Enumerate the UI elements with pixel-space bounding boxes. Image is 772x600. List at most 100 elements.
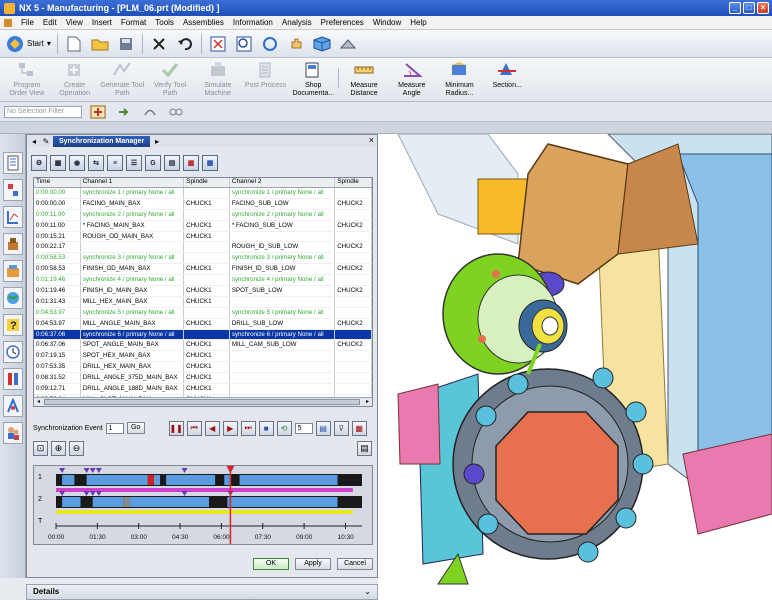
history-icon[interactable]	[2, 341, 23, 363]
measure-angle-button[interactable]: Measure Angle	[389, 58, 435, 100]
start-button[interactable]: Start ▾	[6, 35, 51, 53]
table-row[interactable]: 0:01:31.43 MILL_HEX_MAIN_BAX CHUCK1	[34, 296, 372, 308]
step-back-icon[interactable]: ◀	[204, 420, 220, 436]
horizontal-scrollbar[interactable]: ◂ ▸	[34, 397, 372, 406]
scroll-left-icon[interactable]: ◂	[29, 137, 39, 146]
graphics-viewport[interactable]	[378, 134, 772, 600]
menu-insert[interactable]: Insert	[92, 18, 112, 27]
open-folder-icon[interactable]	[90, 34, 110, 54]
zoom-fit-icon[interactable]: ⊡	[33, 441, 48, 456]
cut-icon[interactable]	[149, 34, 169, 54]
column-channel-1[interactable]: Channel 1	[81, 178, 185, 187]
create-operation-button[interactable]: Create Operation	[52, 58, 98, 100]
step-back-start-icon[interactable]: ⏮	[186, 420, 202, 436]
table-row[interactable]: 0:00:11.00 synchronize 2 / primary None /…	[34, 209, 372, 221]
ok-button[interactable]: OK	[253, 558, 289, 570]
menu-preferences[interactable]: Preferences	[321, 18, 364, 27]
grid-view-icon[interactable]: ▤	[164, 155, 180, 171]
post-process-button[interactable]: Post Process	[243, 58, 289, 100]
table-row[interactable]: 0:00:15.21 ROUGH_OD_MAIN_BAX CHUCK1	[34, 231, 372, 243]
part-navigator-icon[interactable]	[2, 179, 23, 201]
dialog-close-icon[interactable]: ×	[369, 135, 374, 145]
selection-filter-dropdown[interactable]: No Selection Filter	[4, 105, 82, 118]
g-code-icon[interactable]: G	[145, 155, 161, 171]
shop-documentation-button[interactable]: Shop Documenta...	[290, 58, 336, 100]
table-row[interactable]: 0:01:19.46 synchronize 4 / primary None /…	[34, 275, 372, 287]
operation-navigator-icon[interactable]	[2, 206, 23, 228]
render-style-icon[interactable]	[338, 34, 358, 54]
grid-blue-icon[interactable]: ▦	[202, 155, 218, 171]
sync-event-spinner[interactable]: 1	[105, 422, 124, 434]
menu-assemblies[interactable]: Assemblies	[183, 18, 224, 27]
cancel-button[interactable]: Cancel	[337, 558, 373, 570]
section-button[interactable]: Section...	[484, 58, 530, 100]
table-row[interactable]: 0:01:19.46 FINISH_ID_MAIN_BAX CHUCK1 SPOT_S…	[34, 286, 372, 297]
process-studio-icon[interactable]	[2, 395, 23, 417]
step-count-spinner[interactable]: 5	[294, 422, 313, 434]
program-order-view-button[interactable]: Program Order View	[4, 58, 50, 100]
zoom-out-icon[interactable]: ⊖	[69, 441, 84, 456]
menu-information[interactable]: Information	[233, 18, 273, 27]
stop-icon[interactable]: ■	[258, 420, 274, 436]
reuse-library-icon[interactable]	[2, 260, 23, 282]
sync-channels-icon[interactable]: ⇆	[88, 155, 104, 171]
loop-icon[interactable]: ⟲	[276, 420, 292, 436]
generate-tool-path-button[interactable]: Generate Tool Path	[99, 58, 145, 100]
rotate-icon[interactable]	[260, 34, 280, 54]
table-row[interactable]: 0:00:11.00 * FACING_MAIN_BAX CHUCK1 * FACIN…	[34, 220, 372, 232]
table-row[interactable]: 0:00:22.17 ROUGH_ID_SUB_LOW CHUCK2	[34, 242, 372, 254]
grid-red-icon[interactable]: ▦	[183, 155, 199, 171]
menu-analysis[interactable]: Analysis	[282, 18, 312, 27]
pause-icon[interactable]: ❚❚	[168, 420, 184, 436]
pin-icon[interactable]: ✎	[41, 137, 51, 146]
list-sort-icon[interactable]: ☰	[126, 155, 142, 171]
undo-icon[interactable]	[175, 34, 195, 54]
scroll-left-arrow-icon[interactable]: ◂	[34, 398, 43, 406]
table-row[interactable]: 0:04:53.97 synchronize 5 / primary None /…	[34, 307, 372, 319]
machine-navigator-icon[interactable]	[2, 233, 23, 255]
minimum-radius-button[interactable]: Minimum Radius...	[437, 58, 483, 100]
filter-icon[interactable]: ⊽	[333, 420, 349, 436]
table-row[interactable]: 0:04:53.97 MILL_ANGLE_MAIN_BAX CHUCK1 DRILL…	[34, 318, 372, 330]
column-time[interactable]: Time	[34, 178, 81, 187]
menu-edit[interactable]: Edit	[43, 18, 57, 27]
inspect-icon[interactable]: ◉	[69, 155, 85, 171]
table-row[interactable]: 0:08:31.52 DRILL_ANGLE_375D_MAIN_BAX CHUCK…	[34, 373, 372, 385]
table-row[interactable]: 0:00:00.00 FACING_MAIN_BAX CHUCK1 FACING_SU…	[34, 198, 372, 210]
scroll-right-arrow-icon[interactable]: ▸	[363, 398, 372, 406]
table-row[interactable]: 0:07:53.35 DRILL_HEX_MAIN_BAX CHUCK1	[34, 362, 372, 374]
snap-point-icon[interactable]	[88, 102, 108, 122]
verify-tool-path-button[interactable]: Verify Tool Path	[147, 58, 193, 100]
measure-distance-button[interactable]: Measure Distance	[341, 58, 387, 100]
close-button[interactable]: ×	[757, 2, 769, 14]
system-materials-icon[interactable]	[2, 368, 23, 390]
bounce-icon[interactable]	[140, 102, 160, 122]
menu-tools[interactable]: Tools	[155, 18, 174, 27]
list-view-icon[interactable]: ▤	[315, 420, 331, 436]
table-row[interactable]: 0:09:12.71 DRILL_ANGLE_188D_MAIN_BAX CHUCK…	[34, 384, 372, 395]
table-row[interactable]: 0:00:58.53 FINISH_OD_MAIN_BAX CHUCK1 FINISH…	[34, 264, 372, 276]
arrow-icon[interactable]	[114, 102, 134, 122]
go-button[interactable]: Go	[126, 422, 145, 434]
menu-help[interactable]: Help	[410, 18, 426, 27]
link-icon[interactable]	[166, 102, 186, 122]
pan-icon[interactable]	[286, 34, 306, 54]
shaded-cube-icon[interactable]	[312, 34, 332, 54]
list-icon[interactable]: ≡	[107, 155, 123, 171]
scrollbar-thumb[interactable]	[44, 399, 360, 405]
column-spindle-1[interactable]: Spindle	[184, 178, 230, 187]
roles-icon[interactable]	[2, 422, 23, 444]
settings-icon[interactable]: ⚙	[31, 155, 47, 171]
zoom-in-icon[interactable]: ⊕	[51, 441, 66, 456]
navigator-icon[interactable]	[2, 152, 23, 174]
help-icon[interactable]: ?	[2, 314, 23, 336]
zoom-icon[interactable]	[234, 34, 254, 54]
timeline-options-icon[interactable]: ▤	[357, 441, 372, 456]
table-row[interactable]: 0:06:37.06 SPOT_ANGLE_MAIN_BAX CHUCK1 MILL_…	[34, 340, 372, 352]
table-row[interactable]: 0:07:19.15 SPOT_HEX_MAIN_BAX CHUCK1	[34, 351, 372, 363]
menu-file[interactable]: File	[21, 18, 34, 27]
table-row[interactable]: 0:06:37.06 synchronize 6 / primary None /…	[34, 329, 372, 341]
scroll-right-icon[interactable]: ▸	[152, 137, 162, 146]
minimize-button[interactable]: _	[729, 2, 741, 14]
step-forward-icon[interactable]: ⏭	[240, 420, 256, 436]
